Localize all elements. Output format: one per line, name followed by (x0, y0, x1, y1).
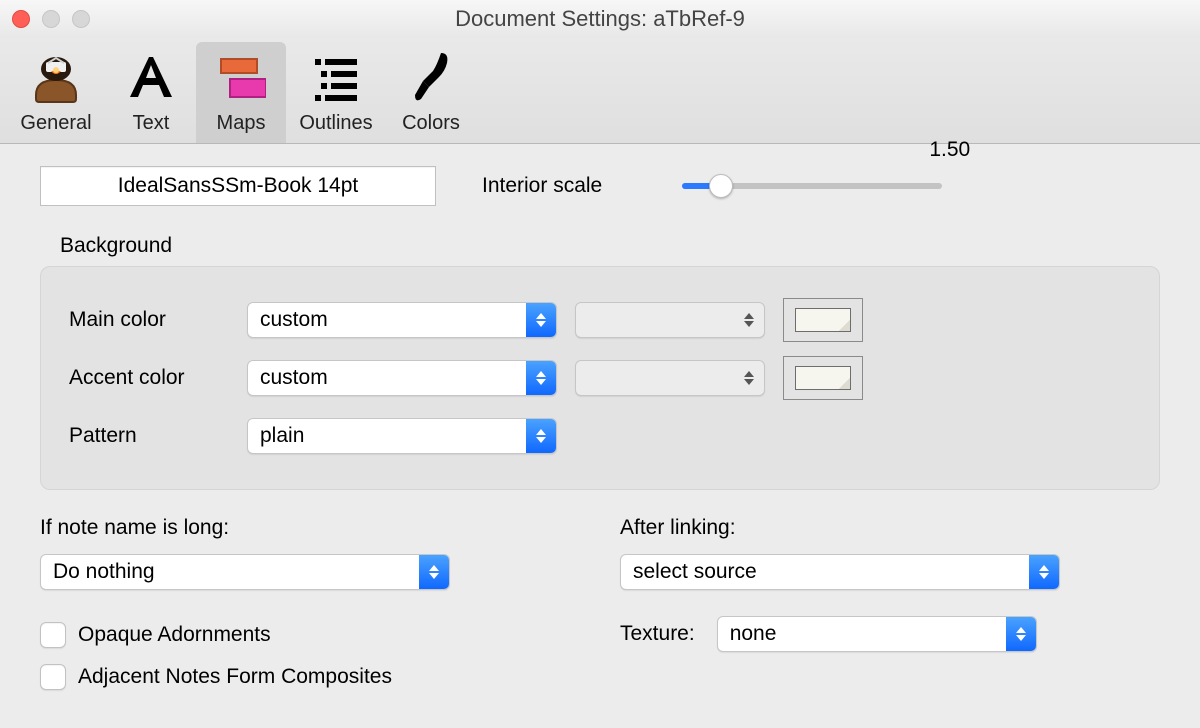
colors-icon (402, 48, 460, 106)
text-icon (122, 48, 180, 106)
background-section-label: Background (60, 234, 1160, 258)
zoom-window-button[interactable] (72, 10, 90, 28)
main-color-variant-select[interactable] (575, 302, 765, 338)
background-group: Main color custom Accent color custom (40, 266, 1160, 490)
texture-label: Texture: (620, 622, 695, 646)
titlebar: Document Settings: aTbRef-9 (0, 0, 1200, 38)
tab-label: General (20, 112, 91, 135)
minimize-window-button[interactable] (42, 10, 60, 28)
after-linking-label: After linking: (620, 516, 1160, 540)
stepper-icon (419, 555, 449, 589)
tab-label: Outlines (299, 112, 372, 135)
toolbar: General Text Maps (0, 38, 1200, 144)
after-linking-value: select source (621, 560, 1029, 584)
stepper-icon (1006, 617, 1036, 651)
interior-scale-slider[interactable] (682, 172, 942, 200)
interior-scale-value: 1.50 (929, 138, 970, 162)
tab-outlines[interactable]: Outlines (286, 42, 386, 143)
close-window-button[interactable] (12, 10, 30, 28)
outlines-icon (307, 48, 365, 106)
stepper-icon (526, 361, 556, 395)
stepper-icon (526, 303, 556, 337)
opaque-adornments-checkbox[interactable] (40, 622, 66, 648)
accent-color-value: custom (248, 366, 526, 390)
accent-color-select[interactable]: custom (247, 360, 557, 396)
tab-general[interactable]: General (6, 42, 106, 143)
tab-label: Maps (217, 112, 266, 135)
accent-color-variant-select[interactable] (575, 360, 765, 396)
main-color-value: custom (248, 308, 526, 332)
accent-color-label: Accent color (69, 366, 247, 390)
texture-select[interactable]: none (717, 616, 1037, 652)
texture-value: none (718, 622, 1006, 646)
swatch-icon (795, 308, 851, 332)
swatch-icon (795, 366, 851, 390)
long-name-label: If note name is long: (40, 516, 580, 540)
long-name-value: Do nothing (41, 560, 419, 584)
general-icon (27, 48, 85, 106)
content-area: IdealSansSSm-Book 14pt Interior scale 1.… (0, 144, 1200, 710)
opaque-adornments-label: Opaque Adornments (78, 623, 271, 647)
main-color-select[interactable]: custom (247, 302, 557, 338)
traffic-lights (12, 10, 90, 28)
pattern-label: Pattern (69, 424, 247, 448)
after-linking-select[interactable]: select source (620, 554, 1060, 590)
map-font-field[interactable]: IdealSansSSm-Book 14pt (40, 166, 436, 206)
stepper-icon (526, 419, 556, 453)
tab-text[interactable]: Text (106, 42, 196, 143)
stepper-icon (1029, 555, 1059, 589)
tab-maps[interactable]: Maps (196, 42, 286, 143)
main-color-swatch[interactable] (783, 298, 863, 342)
pattern-select[interactable]: plain (247, 418, 557, 454)
tab-colors[interactable]: Colors (386, 42, 476, 143)
tab-label: Text (133, 112, 170, 135)
map-font-value: IdealSansSSm-Book 14pt (118, 174, 358, 198)
maps-icon (212, 48, 270, 106)
tab-label: Colors (402, 112, 460, 135)
long-name-select[interactable]: Do nothing (40, 554, 450, 590)
stepper-icon (734, 361, 764, 395)
main-color-label: Main color (69, 308, 247, 332)
window-title: Document Settings: aTbRef-9 (0, 6, 1200, 32)
adjacent-composites-label: Adjacent Notes Form Composites (78, 665, 392, 689)
accent-color-swatch[interactable] (783, 356, 863, 400)
pattern-value: plain (248, 424, 526, 448)
stepper-icon (734, 303, 764, 337)
adjacent-composites-checkbox[interactable] (40, 664, 66, 690)
interior-scale-label: Interior scale (482, 174, 602, 198)
